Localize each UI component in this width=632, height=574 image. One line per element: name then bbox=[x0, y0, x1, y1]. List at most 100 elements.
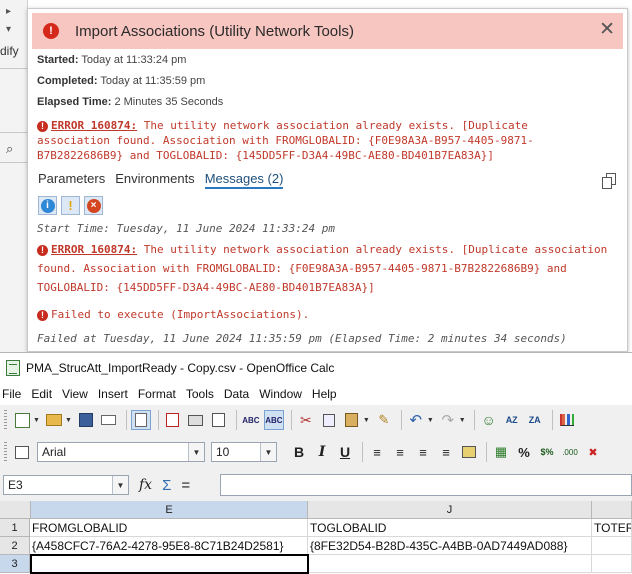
undo-dropdown-icon[interactable]: ▼ bbox=[427, 417, 434, 424]
merge-cells-icon[interactable] bbox=[459, 442, 479, 462]
toolbar-separator bbox=[551, 410, 553, 430]
export-pdf-icon[interactable] bbox=[163, 410, 183, 430]
font-size-select[interactable]: 10 ▼ bbox=[211, 442, 277, 462]
add-decimal-icon[interactable]: .000 bbox=[560, 442, 580, 462]
collapse-arrow-icon[interactable]: ▾ bbox=[6, 24, 11, 35]
email-icon[interactable] bbox=[99, 410, 119, 430]
print-preview-icon[interactable] bbox=[209, 410, 229, 430]
spellcheck-icon[interactable]: ABC bbox=[241, 410, 261, 430]
toolbar-separator bbox=[486, 442, 487, 462]
menu-help[interactable]: Help bbox=[312, 387, 337, 401]
row-header-3[interactable]: 3 bbox=[0, 555, 30, 573]
tab-parameters[interactable]: Parameters bbox=[38, 171, 105, 189]
delete-decimal-icon[interactable]: ✖ bbox=[583, 442, 603, 462]
name-box[interactable]: E3 ▼ bbox=[3, 475, 129, 495]
edit-mode-icon[interactable] bbox=[130, 410, 151, 430]
currency-icon[interactable]: ▦ bbox=[491, 442, 511, 462]
close-icon[interactable]: ✕ bbox=[599, 20, 615, 40]
info-filter-button[interactable]: i bbox=[38, 196, 57, 215]
corner-header[interactable] bbox=[0, 501, 31, 519]
redo-dropdown-icon[interactable]: ▼ bbox=[459, 417, 466, 424]
formula-bar: E3 ▼ fx Σ = bbox=[0, 469, 632, 501]
cut-icon[interactable]: ✂ bbox=[296, 410, 316, 430]
menu-view[interactable]: View bbox=[62, 387, 88, 401]
message-error-code-link[interactable]: ERROR 160874: bbox=[51, 243, 137, 256]
copy-icon[interactable] bbox=[319, 410, 339, 430]
error-code-link[interactable]: ERROR 160874: bbox=[51, 119, 137, 132]
sort-ascending-icon[interactable]: AZ bbox=[502, 410, 522, 430]
menu-edit[interactable]: Edit bbox=[31, 387, 52, 401]
underline-button[interactable]: U bbox=[335, 442, 355, 462]
error-filter-button[interactable]: × bbox=[84, 196, 103, 215]
tab-environments[interactable]: Environments bbox=[115, 171, 194, 189]
function-wizard-icon[interactable]: fx bbox=[139, 477, 152, 493]
open-folder-icon[interactable] bbox=[44, 410, 64, 430]
menu-tools[interactable]: Tools bbox=[186, 387, 214, 401]
error-icon: ! bbox=[43, 23, 59, 39]
cell-j1[interactable]: TOGLOBALID bbox=[308, 519, 592, 537]
sum-icon[interactable]: Σ bbox=[162, 477, 171, 494]
calc-window: PMA_StrucAtt_ImportReady - Copy.csv - Op… bbox=[0, 352, 632, 574]
cell-j2[interactable]: {8FE32D54-B28D-435C-A4BB-0AD7449AD088} bbox=[308, 537, 592, 555]
toolbar-separator bbox=[235, 410, 237, 430]
message-filters: i ! × bbox=[38, 196, 103, 215]
align-right-icon[interactable]: ≡ bbox=[413, 442, 433, 462]
message-failed-execute: ! Failed to execute (ImportAssociations). bbox=[37, 305, 622, 324]
undo-icon[interactable]: ↶ bbox=[406, 410, 426, 430]
expand-arrow-icon[interactable]: ▸ bbox=[6, 6, 11, 17]
column-header-j[interactable]: J bbox=[308, 501, 592, 519]
italic-button[interactable]: I bbox=[312, 442, 332, 462]
toolbar-grip[interactable] bbox=[4, 410, 7, 430]
styles-icon[interactable] bbox=[12, 442, 32, 462]
navigator-icon[interactable]: ☺ bbox=[479, 410, 499, 430]
cell-e2[interactable]: {A458CFC7-76A2-4278-95E8-8C71B24D2581} bbox=[30, 537, 308, 555]
menu-format[interactable]: Format bbox=[138, 387, 176, 401]
warning-icon: ! bbox=[68, 198, 73, 213]
cell-j3[interactable] bbox=[309, 555, 592, 573]
save-icon[interactable] bbox=[76, 410, 96, 430]
new-document-icon[interactable] bbox=[12, 410, 32, 430]
row-header-2[interactable]: 2 bbox=[0, 537, 30, 555]
menu-file[interactable]: File bbox=[2, 387, 21, 401]
menu-insert[interactable]: Insert bbox=[98, 387, 128, 401]
bold-button[interactable]: B bbox=[289, 442, 309, 462]
menu-data[interactable]: Data bbox=[224, 387, 249, 401]
chevron-down-icon[interactable]: ▼ bbox=[260, 443, 276, 461]
align-center-icon[interactable]: ≡ bbox=[390, 442, 410, 462]
format-paintbrush-icon[interactable]: ✎ bbox=[374, 410, 394, 430]
tab-messages[interactable]: Messages (2) bbox=[204, 171, 284, 189]
menu-bar: File Edit View Insert Format Tools Data … bbox=[0, 383, 632, 405]
cell-k1[interactable]: TOTER bbox=[592, 519, 632, 537]
column-header-e[interactable]: E bbox=[31, 501, 308, 519]
toolbar-grip[interactable] bbox=[4, 442, 7, 462]
formula-input[interactable] bbox=[220, 474, 632, 496]
menu-window[interactable]: Window bbox=[259, 387, 302, 401]
percent-button[interactable]: % bbox=[514, 442, 534, 462]
chevron-down-icon[interactable]: ▼ bbox=[112, 476, 128, 494]
sort-descending-icon[interactable]: ZA bbox=[525, 410, 545, 430]
font-name-select[interactable]: Arial ▼ bbox=[37, 442, 205, 462]
new-dropdown-icon[interactable]: ▼ bbox=[33, 417, 40, 424]
autospellcheck-icon[interactable]: ABC bbox=[263, 410, 284, 430]
toolbar-separator bbox=[290, 410, 292, 430]
cell-e1[interactable]: FROMGLOBALID bbox=[30, 519, 308, 537]
search-icon[interactable]: ⌕ bbox=[6, 141, 13, 157]
cell-k3[interactable] bbox=[592, 555, 632, 573]
redo-icon[interactable]: ↷ bbox=[438, 410, 458, 430]
paste-icon[interactable] bbox=[342, 410, 362, 430]
number-format-button[interactable]: $% bbox=[537, 442, 557, 462]
cell-e3[interactable] bbox=[30, 554, 309, 574]
open-dropdown-icon[interactable]: ▼ bbox=[65, 417, 72, 424]
row-header-1[interactable]: 1 bbox=[0, 519, 30, 537]
print-icon[interactable] bbox=[186, 410, 206, 430]
copy-icon[interactable] bbox=[601, 173, 617, 189]
function-icon[interactable]: = bbox=[181, 477, 190, 494]
chart-icon[interactable] bbox=[557, 410, 577, 430]
align-left-icon[interactable]: ≡ bbox=[367, 442, 387, 462]
chevron-down-icon[interactable]: ▼ bbox=[188, 443, 204, 461]
column-header-k[interactable] bbox=[592, 501, 632, 519]
justify-icon[interactable]: ≡ bbox=[436, 442, 456, 462]
warning-filter-button[interactable]: ! bbox=[61, 196, 80, 215]
cell-k2[interactable] bbox=[592, 537, 632, 555]
paste-dropdown-icon[interactable]: ▼ bbox=[363, 417, 370, 424]
